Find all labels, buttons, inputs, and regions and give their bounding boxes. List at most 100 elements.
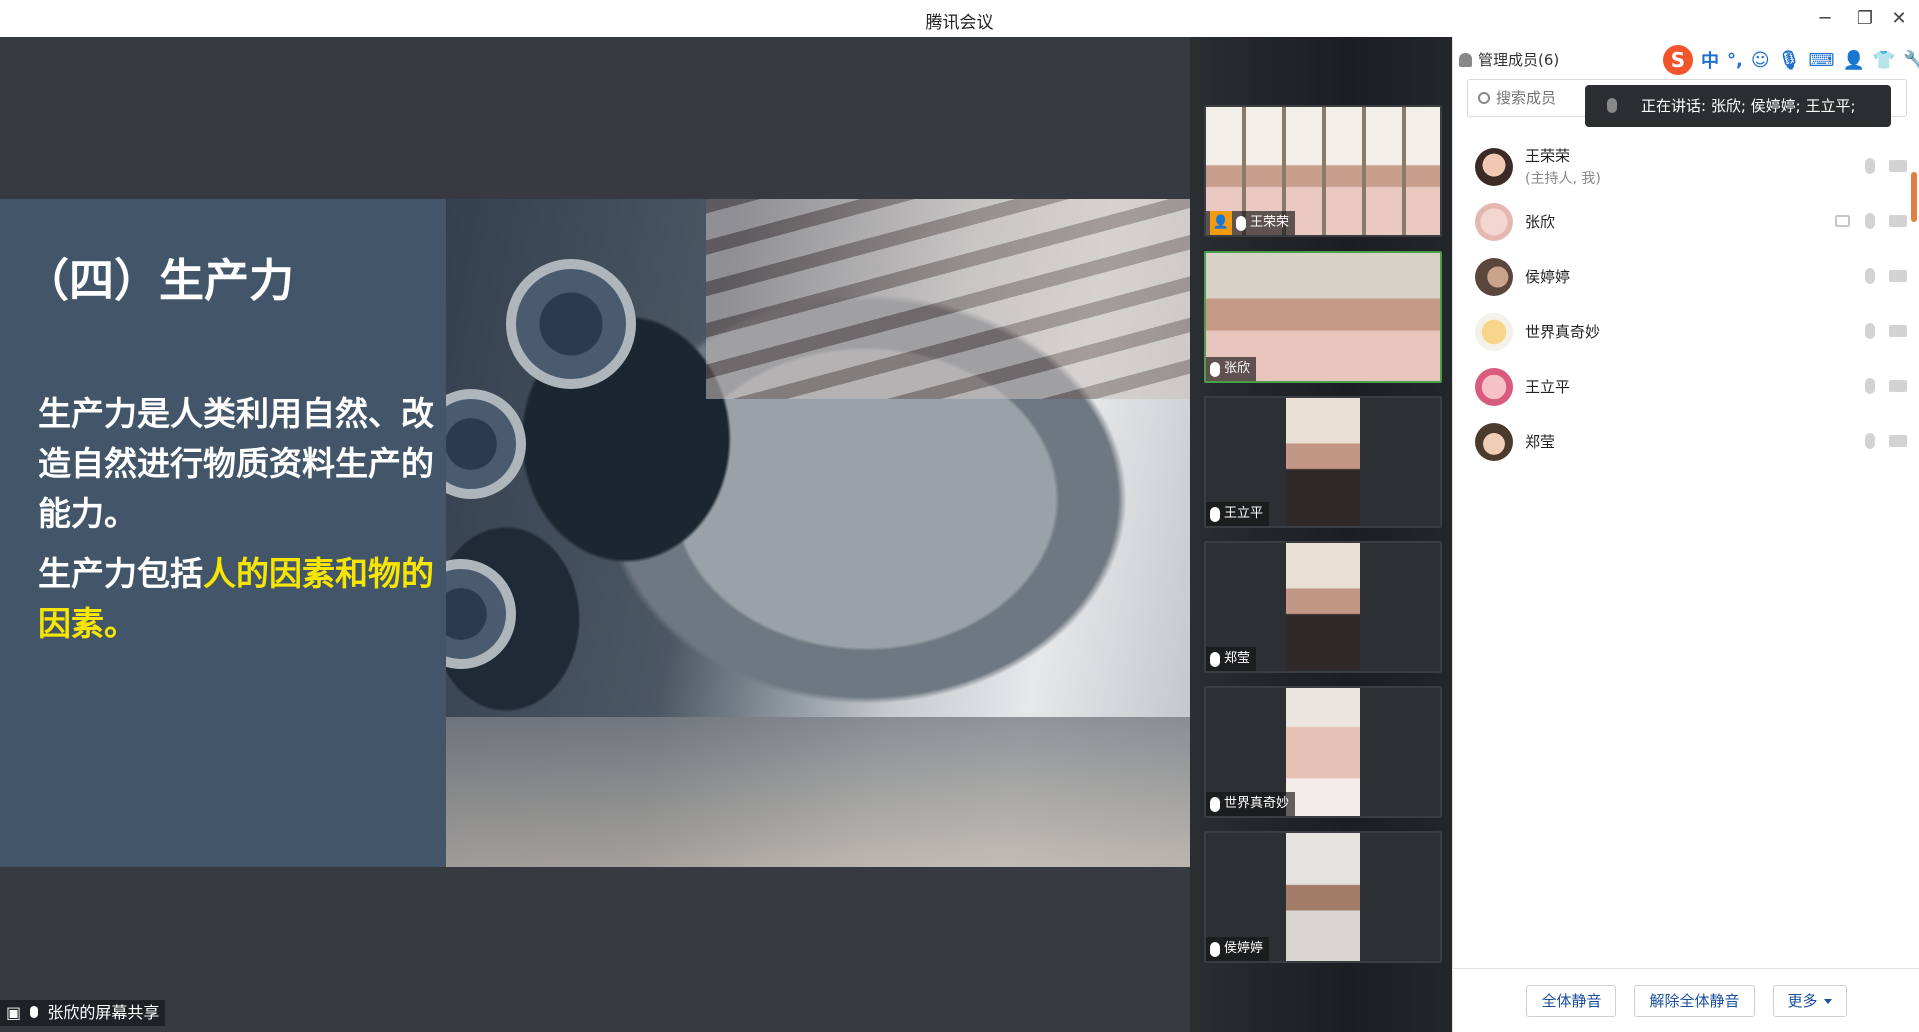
avatar [1475, 202, 1513, 241]
mic-icon[interactable] [1865, 323, 1875, 339]
member-row[interactable]: 王立平 [1453, 359, 1919, 414]
wrench-icon[interactable]: 🔧 [1903, 50, 1919, 71]
video-tile[interactable]: 👤 王荣荣 [1204, 105, 1442, 237]
rocket-engine-photo [446, 199, 1190, 867]
member-name: 王荣荣 [1525, 147, 1571, 165]
participant-name: 侯婷婷 [1224, 941, 1264, 956]
mic-icon[interactable] [1865, 268, 1875, 284]
camera-icon[interactable] [1889, 215, 1907, 227]
chinese-mode-icon[interactable]: 中 [1701, 47, 1719, 73]
voice-input-icon[interactable]: 🎙 [1778, 50, 1801, 71]
presentation-slide: （四）生产力 生产力是人类利用自然、改造自然进行物质资料生产的能力。 生产力包括… [0, 199, 1190, 867]
panel-scrollbar[interactable] [1911, 172, 1917, 222]
video-feed [1286, 398, 1360, 526]
hangar-floor [446, 717, 1190, 867]
avatar [1475, 422, 1513, 461]
video-tile[interactable]: 侯婷婷 [1204, 831, 1442, 963]
member-name: 世界真奇妙 [1525, 323, 1601, 341]
restore-icon[interactable]: ❐ [1852, 6, 1878, 32]
member-row[interactable]: 王荣荣 (主持人, 我) [1453, 139, 1919, 194]
avatar [1475, 367, 1513, 406]
person-icon [1459, 52, 1472, 67]
engine-nozzle [446, 389, 526, 499]
member-list: 王荣荣 (主持人, 我) 张欣 侯婷婷 世界真奇妙 王立平 郑莹 [1453, 139, 1919, 469]
video-feed [1286, 543, 1360, 671]
mic-icon [30, 1006, 39, 1018]
member-name: 王立平 [1525, 378, 1571, 396]
engine-nozzle [506, 259, 636, 389]
screen-share-label: ▣ 张欣的屏幕共享 [0, 1000, 166, 1026]
member-panel-header: 管理成员(6) [1459, 49, 1559, 70]
mic-icon[interactable] [1865, 378, 1875, 394]
mic-icon[interactable] [1865, 433, 1875, 449]
video-tile-label: 王立平 [1206, 502, 1270, 526]
participant-name: 王立平 [1224, 506, 1264, 521]
avatar [1475, 312, 1513, 351]
host-badge-icon: 👤 [1210, 211, 1232, 235]
video-feed [1286, 688, 1360, 816]
more-button-label: 更多 [1787, 992, 1818, 1010]
member-name: 郑莹 [1525, 433, 1556, 451]
chevron-down-icon [1823, 999, 1832, 1004]
screen-share-icon [1835, 215, 1850, 227]
participant-name: 王荣荣 [1250, 215, 1290, 230]
member-row[interactable]: 张欣 [1453, 194, 1919, 249]
video-tile-label: 👤 王荣荣 [1206, 211, 1296, 235]
search-icon [1478, 92, 1490, 104]
avatar [1475, 147, 1513, 186]
video-tile-label: 郑莹 [1206, 647, 1257, 671]
shared-screen-stage[interactable]: （四）生产力 生产力是人类利用自然、改造自然进行物质资料生产的能力。 生产力包括… [0, 37, 1190, 1032]
camera-icon[interactable] [1889, 435, 1907, 447]
avatar [1475, 257, 1513, 296]
member-row[interactable]: 郑莹 [1453, 414, 1919, 469]
window-title: 腾讯会议 [925, 13, 994, 33]
keyboard-icon[interactable]: ⌨ [1808, 50, 1834, 71]
skin-icon[interactable]: 👕 [1873, 50, 1895, 71]
camera-icon[interactable] [1889, 270, 1907, 282]
member-panel: 管理成员(6) S 中 °, ☺ 🎙 ⌨ 👤 👕 🔧 正在讲话: 张欣; 侯婷婷… [1452, 37, 1919, 1032]
punctuation-icon[interactable]: °, [1727, 50, 1743, 71]
member-row[interactable]: 世界真奇妙 [1453, 304, 1919, 359]
slide-body-text-2: 生产力包括人的因素和物的因素。 [38, 549, 438, 649]
sogou-logo-icon[interactable]: S [1663, 45, 1693, 75]
unmute-all-button[interactable]: 解除全体静音 [1634, 984, 1755, 1017]
video-tile-label: 张欣 [1206, 357, 1257, 381]
hangar-roof [706, 199, 1190, 399]
mic-icon[interactable] [1865, 213, 1875, 229]
video-strip: 👤 王荣荣 张欣 王立平 郑莹 世界真奇妙 侯婷婷 [1190, 37, 1452, 1032]
camera-icon[interactable] [1889, 380, 1907, 392]
video-tile[interactable]: 王立平 [1204, 396, 1442, 528]
camera-icon[interactable] [1889, 325, 1907, 337]
video-tile-label: 世界真奇妙 [1206, 792, 1296, 816]
member-role: (主持人, 我) [1525, 171, 1601, 187]
close-icon[interactable]: ✕ [1886, 6, 1912, 32]
video-tile[interactable]: 郑莹 [1204, 541, 1442, 673]
speaking-tooltip-text: 正在讲话: 张欣; 侯婷婷; 王立平; [1641, 97, 1856, 115]
ime-toolbar[interactable]: S 中 °, ☺ 🎙 ⌨ 👤 👕 🔧 [1663, 43, 1919, 77]
user-icon[interactable]: 👤 [1842, 50, 1864, 71]
mic-icon [1210, 506, 1220, 522]
member-name: 侯婷婷 [1525, 268, 1571, 286]
video-tile-active-speaker[interactable]: 张欣 [1204, 251, 1442, 383]
camera-icon[interactable] [1889, 160, 1907, 172]
mic-icon [1210, 361, 1220, 377]
member-panel-footer: 全体静音 解除全体静音 更多 [1453, 968, 1919, 1032]
video-feed [1286, 833, 1360, 961]
title-bar: 腾讯会议 ─ ❐ ✕ [0, 0, 1919, 37]
slide-body-prefix: 生产力包括 [38, 554, 203, 593]
video-tile[interactable]: 世界真奇妙 [1204, 686, 1442, 818]
emoji-icon[interactable]: ☺ [1751, 50, 1770, 71]
member-row[interactable]: 侯婷婷 [1453, 249, 1919, 304]
member-search-input[interactable] [1496, 89, 1586, 107]
slide-body-text: 生产力是人类利用自然、改造自然进行物质资料生产的能力。 [38, 394, 434, 533]
member-count-title: 管理成员(6) [1478, 51, 1560, 69]
slide-title: （四）生产力 [24, 254, 295, 307]
member-info: 王荣荣 (主持人, 我) [1525, 145, 1601, 188]
mic-icon [1210, 796, 1220, 812]
video-tile-label: 侯婷婷 [1206, 937, 1270, 961]
mic-icon[interactable] [1865, 158, 1875, 174]
participant-name: 郑莹 [1224, 651, 1251, 666]
mute-all-button[interactable]: 全体静音 [1526, 984, 1617, 1017]
more-button[interactable]: 更多 [1772, 984, 1847, 1017]
minimize-icon[interactable]: ─ [1812, 6, 1838, 32]
